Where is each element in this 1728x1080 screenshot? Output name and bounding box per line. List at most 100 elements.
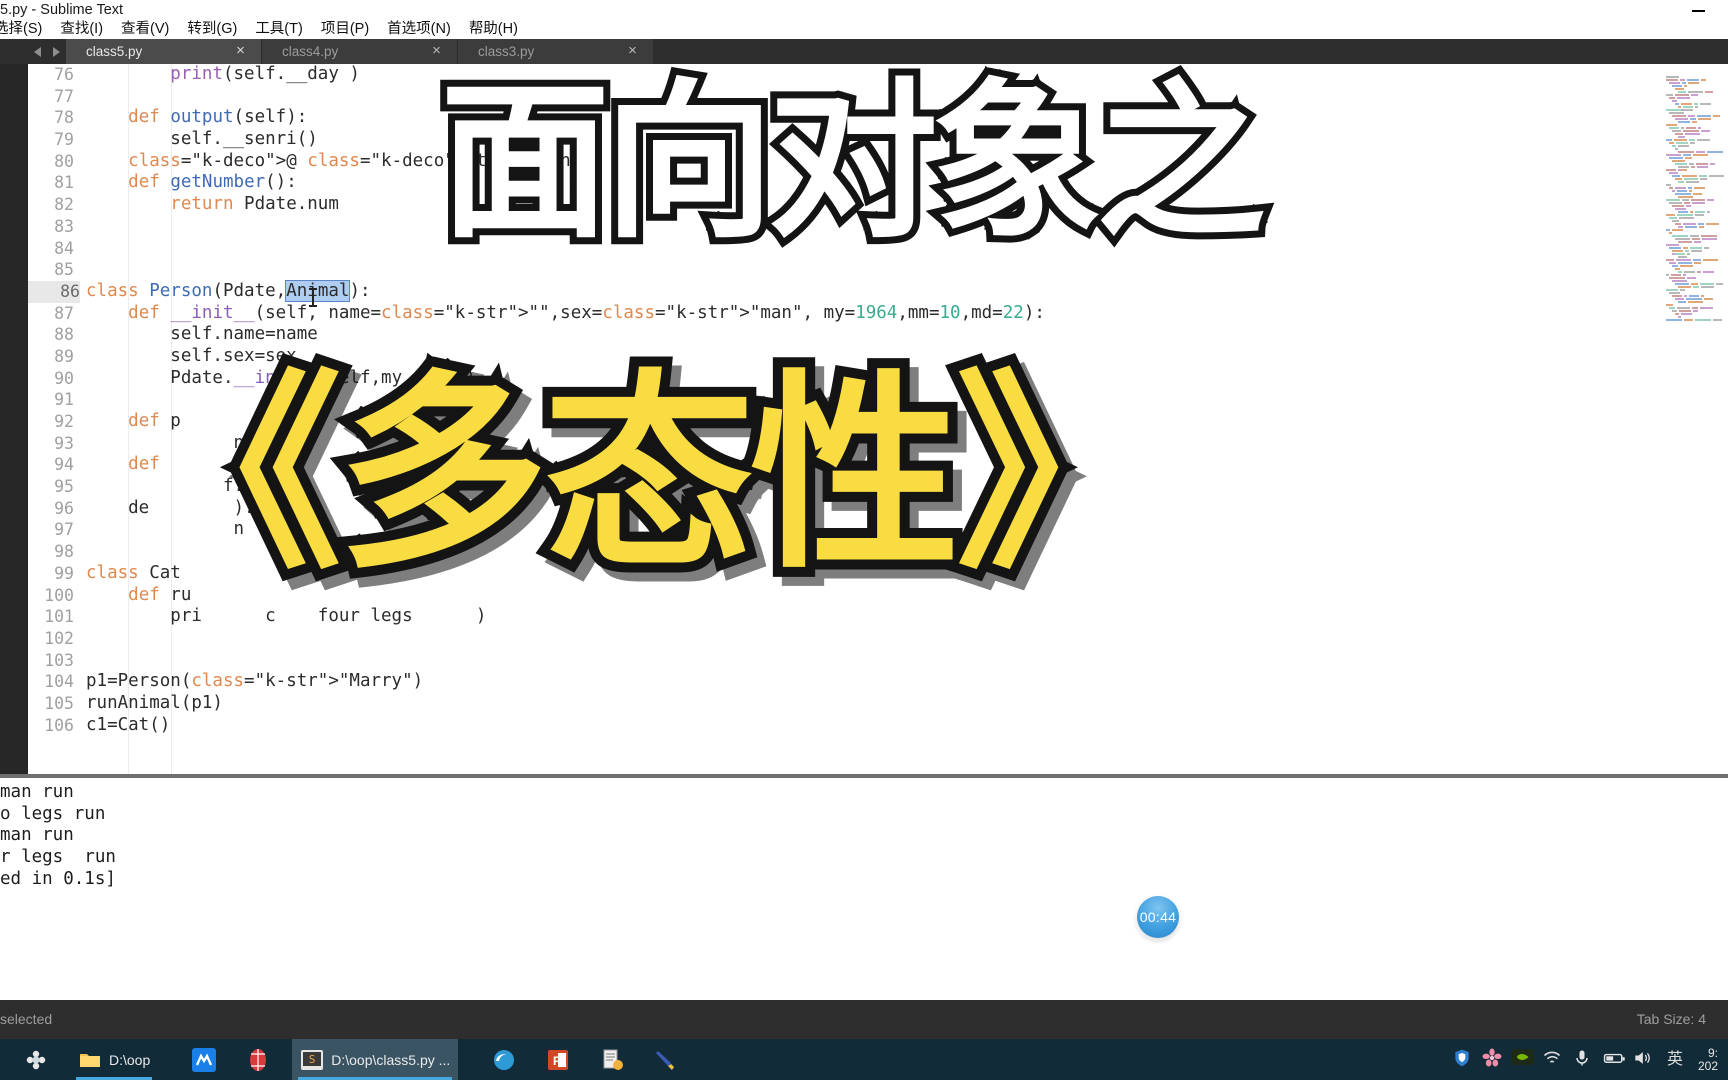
- code-line[interactable]: 104 p1=Person(class="k-str">"Marry"): [28, 671, 1662, 693]
- menu-preferences[interactable]: 首选项(N): [378, 20, 460, 39]
- menu-bar: 选择(S) 查找(I) 查看(V) 转到(G) 工具(T) 项目(P) 首选项(N) 帮助(H…: [0, 20, 1728, 39]
- edge-browser-icon[interactable]: [492, 1048, 516, 1072]
- minimap-line: [1662, 298, 1728, 300]
- taskbar-item[interactable]: S D:\oop\class5.py ...: [292, 1039, 459, 1080]
- line-number: 79: [54, 130, 74, 150]
- editor-tab[interactable]: class5.py ×: [66, 39, 262, 64]
- tab-close-icon[interactable]: ×: [626, 43, 639, 58]
- pen-icon[interactable]: [654, 1048, 678, 1072]
- tab-nav-arrows[interactable]: [28, 39, 66, 64]
- taskbar-item[interactable]: [16, 1039, 56, 1080]
- code-minimap[interactable]: [1662, 64, 1728, 774]
- minimap-line: [1662, 157, 1728, 159]
- code-line[interactable]: 103: [28, 650, 1662, 672]
- menu-select[interactable]: 选择(S): [0, 20, 51, 39]
- menu-tools[interactable]: 工具(T): [246, 20, 312, 39]
- line-number: 92: [54, 412, 74, 431]
- taskbar-item[interactable]: [184, 1039, 224, 1080]
- status-tab-size: Tab Size: 4: [1636, 1011, 1706, 1027]
- minimap-line: [1662, 274, 1728, 276]
- shield-icon[interactable]: [1452, 1048, 1478, 1072]
- minimap-line: [1662, 178, 1728, 180]
- menu-view[interactable]: 查看(V): [112, 20, 178, 39]
- minimap-line: [1662, 199, 1728, 201]
- code-line[interactable]: 87 def __init__(self, name=class="k-str"…: [28, 303, 1662, 325]
- blue-m-icon[interactable]: [192, 1047, 217, 1072]
- minimap-line: [1662, 319, 1728, 321]
- red-badge-icon[interactable]: [246, 1048, 270, 1072]
- code-text: runAnimal(p1): [86, 692, 223, 713]
- editor-tab[interactable]: class4.py ×: [262, 39, 458, 64]
- minimap-line: [1662, 175, 1728, 177]
- editor-tab[interactable]: class3.py ×: [458, 39, 654, 64]
- minimap-line: [1662, 250, 1728, 252]
- line-number: 102: [44, 628, 74, 648]
- powerpoint-icon[interactable]: P: [546, 1048, 570, 1072]
- flower-icon[interactable]: [1482, 1048, 1508, 1072]
- wifi-icon[interactable]: [1542, 1048, 1568, 1072]
- taskbar-item[interactable]: P: [538, 1039, 578, 1080]
- code-text: print(self.__day ): [170, 64, 360, 84]
- code-line[interactable]: 85: [28, 259, 1662, 281]
- folder-icon[interactable]: [78, 1048, 102, 1072]
- sublime-text-icon[interactable]: S: [300, 1048, 324, 1072]
- code-line[interactable]: 105 runAnimal(p1): [28, 693, 1662, 715]
- code-text: self.name=name: [86, 324, 318, 345]
- status-bar: selected Tab Size: 4: [0, 1000, 1728, 1039]
- taskbar-item[interactable]: [592, 1039, 632, 1080]
- line-number: 85: [54, 260, 74, 280]
- code-line[interactable]: 101 pri c four legs ): [28, 606, 1662, 628]
- code-line[interactable]: 88 self.name=name: [28, 324, 1662, 346]
- minimap-line: [1662, 118, 1728, 120]
- ime-english-icon[interactable]: 英: [1662, 1048, 1688, 1072]
- taskbar-clock[interactable]: 9: 202: [1690, 1046, 1722, 1073]
- volume-icon[interactable]: [1632, 1048, 1658, 1072]
- microphone-icon[interactable]: [1572, 1048, 1598, 1072]
- line-number: 94: [54, 455, 74, 475]
- minimap-line: [1662, 316, 1728, 318]
- taskbar-item[interactable]: [484, 1039, 524, 1080]
- minimap-line: [1662, 217, 1728, 219]
- tab-next-icon[interactable]: [53, 46, 60, 57]
- minimap-line: [1662, 64, 1728, 66]
- menu-find[interactable]: 查找(I): [51, 20, 112, 39]
- minimap-line: [1662, 346, 1728, 348]
- minimize-button[interactable]: [1688, 4, 1710, 16]
- svg-text:S: S: [309, 1053, 316, 1066]
- recording-timer-badge[interactable]: 00:44: [1137, 896, 1179, 938]
- tab-prev-icon[interactable]: [34, 46, 41, 57]
- menu-project[interactable]: 项目(P): [312, 20, 378, 39]
- minimap-line: [1662, 133, 1728, 135]
- tab-label: class3.py: [478, 44, 535, 59]
- tab-label: class5.py: [86, 44, 143, 59]
- nvidia-icon[interactable]: [1511, 1048, 1538, 1072]
- console-line: man run: [0, 825, 74, 846]
- taskbar-item[interactable]: [238, 1039, 278, 1080]
- taskbar-item[interactable]: [646, 1039, 686, 1080]
- minimap-line: [1662, 238, 1728, 240]
- scanner-document-icon[interactable]: [600, 1048, 624, 1072]
- code-line[interactable]: 106 c1=Cat(): [28, 715, 1662, 737]
- minimap-line: [1662, 301, 1728, 303]
- minimap-line: [1662, 259, 1728, 261]
- code-line[interactable]: 86 class Person(Pdate,Animal):: [28, 279, 1662, 303]
- code-text: def output(self):: [128, 107, 308, 128]
- tab-bar: class5.py × class4.py × class3.py ×: [0, 39, 1728, 64]
- minimap-line: [1662, 190, 1728, 192]
- tab-close-icon[interactable]: ×: [234, 43, 247, 58]
- tab-close-icon[interactable]: ×: [430, 43, 443, 58]
- minimap-line: [1662, 214, 1728, 216]
- menu-help[interactable]: 帮助(H): [460, 20, 527, 39]
- taskbar-item[interactable]: D:\oop: [70, 1039, 158, 1080]
- minimap-line: [1662, 289, 1728, 291]
- window-titlebar: 5.py - Sublime Text: [0, 0, 1728, 20]
- line-number: 106: [44, 715, 74, 735]
- code-text: p1=Person(class="k-str">"Marry"): [86, 671, 424, 692]
- flower-star-icon[interactable]: [24, 1048, 48, 1072]
- minimap-line: [1662, 322, 1728, 324]
- code-line[interactable]: 102: [28, 628, 1662, 650]
- line-number: 86: [28, 280, 80, 303]
- minimap-line: [1662, 349, 1728, 351]
- menu-goto[interactable]: 转到(G): [178, 20, 246, 39]
- battery-icon[interactable]: [1602, 1048, 1628, 1072]
